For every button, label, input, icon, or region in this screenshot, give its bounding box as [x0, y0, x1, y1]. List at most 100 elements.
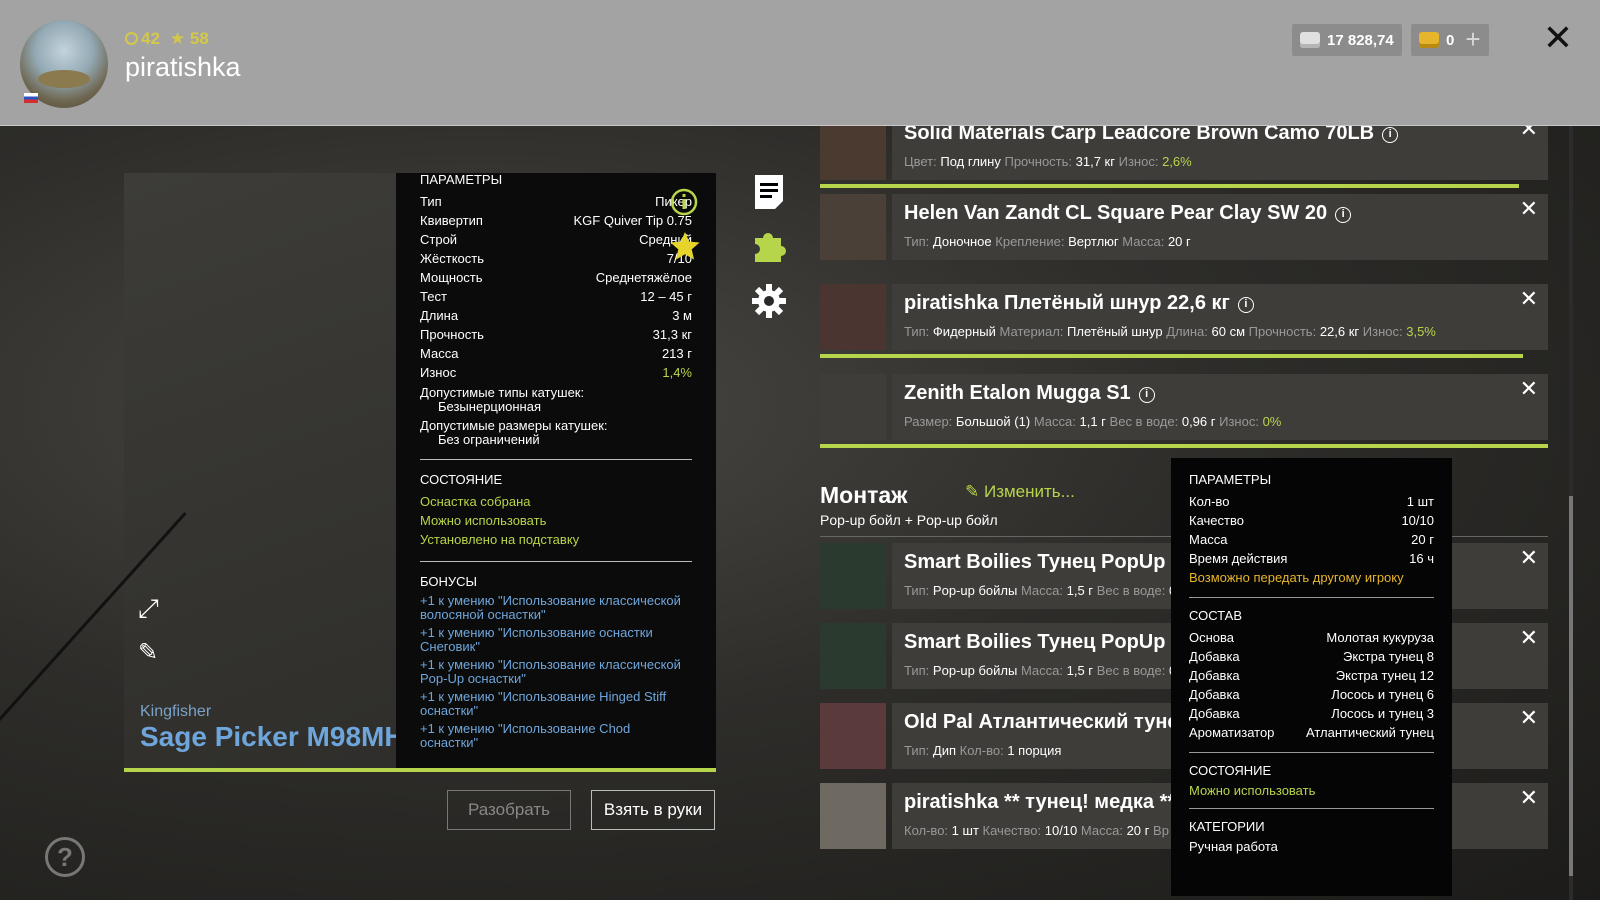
item-title: piratishka Плетёный шнур 22,6 кг i [904, 292, 1254, 315]
param-key: Прочность [420, 327, 484, 342]
param-value: 1,4% [662, 365, 692, 380]
help-icon[interactable]: ? [45, 837, 85, 877]
item-title: Helen Van Zandt CL Square Pear Clay SW 2… [904, 202, 1352, 225]
detail-value: Фидерный [932, 324, 996, 339]
edit-montage-link[interactable]: ✎ Изменить... [965, 482, 1075, 502]
detail-label: Масса: [1033, 414, 1076, 429]
param-row: Основа Молотая кукуруза [1189, 628, 1434, 647]
remove-item-button[interactable]: ✕ [1520, 196, 1538, 222]
info-icon[interactable]: i [1138, 387, 1155, 403]
rod-name: Sage Picker M98MH [140, 721, 405, 752]
puzzle-icon[interactable] [751, 228, 787, 264]
item-details: Тип: Дип Кол-во: 1 порция [904, 743, 1061, 758]
rod-params-panel[interactable]: ПАРАМЕТРЫ Тип Пикер Квивертип KGF Quiver Ti… [396, 173, 716, 768]
item-wear-bar [820, 444, 1548, 448]
remove-item-button[interactable]: ✕ [1520, 376, 1538, 402]
detail-value: 31,7 кг [1075, 154, 1115, 169]
remove-item-button[interactable]: ✕ [1520, 625, 1538, 651]
rod-brand: Kingfisher [140, 703, 212, 720]
param-key: Квивертип [420, 213, 483, 228]
param-key: Добавка [1189, 649, 1240, 664]
reel-sizes: Допустимые размеры катушек: Без ограниче… [420, 418, 608, 447]
silver-coin-icon [1300, 32, 1320, 48]
state-title: СОСТОЯНИЕ [420, 472, 503, 487]
detail-value: Дип [932, 743, 957, 758]
item-title: Zenith Etalon Mugga S1 i [904, 382, 1155, 405]
param-row: Длина 3 м [420, 306, 692, 325]
description-icon[interactable] [751, 173, 787, 209]
gold-coin-icon [1419, 32, 1439, 48]
param-value: 10/10 [1401, 513, 1434, 528]
param-value: 12 – 45 г [640, 289, 692, 304]
bonus-item: +1 к умению "Использование классической … [420, 657, 681, 686]
tackle-card[interactable]: piratishka Плетёный шнур 22,6 кг i Тип: Фи… [820, 284, 1548, 350]
param-key: Длина [420, 308, 459, 323]
stars-stat: ★ 58 [169, 29, 209, 48]
detail-value: 3,5% [1406, 324, 1436, 339]
detail-value: 0,96 г [1181, 414, 1216, 429]
tooltip-params-title: ПАРАМЕТРЫ [1189, 472, 1272, 487]
detail-label: Тип: [904, 743, 930, 758]
item-thumbnail [820, 194, 886, 260]
info-icon[interactable]: i [1335, 207, 1352, 223]
detail-label: Прочность: [1004, 154, 1073, 169]
param-value: Лосось и тунец 6 [1331, 687, 1434, 702]
add-gold-button[interactable]: + [1457, 24, 1489, 56]
state-list: Оснастка собрана Можно использовать Устано… [420, 492, 692, 549]
detail-label: Размер: [904, 414, 953, 429]
remove-item-button[interactable]: ✕ [1520, 286, 1538, 312]
item-wear-bar [820, 354, 1523, 358]
tackle-card[interactable]: Zenith Etalon Mugga S1 i Размер: Большой (… [820, 374, 1548, 440]
take-in-hands-button[interactable]: Взять в руки [591, 790, 715, 830]
tackle-card[interactable]: Solid Materials Carp Leadcore Brown Camo… [820, 126, 1548, 180]
rename-pencil-icon[interactable]: ✎ [138, 638, 168, 668]
remove-item-button[interactable]: ✕ [1520, 785, 1538, 811]
detail-value: Плетёный шнур [1067, 324, 1163, 339]
remove-item-button[interactable]: ✕ [1520, 126, 1538, 142]
tackle-card[interactable]: Helen Van Zandt CL Square Pear Clay SW 2… [820, 194, 1548, 260]
detail-label: Масса: [1122, 234, 1165, 249]
bonus-list: +1 к умению "Использование классической … [420, 594, 692, 750]
player-stats: 42 ★ 58 [125, 29, 209, 49]
disassemble-button[interactable]: Разобрать [447, 790, 571, 830]
state-item: Установлено на подставку [420, 532, 580, 547]
tooltip-composition-title: СОСТАВ [1189, 608, 1243, 623]
detail-value: 1,1 г [1079, 414, 1106, 429]
scrollbar[interactable] [1569, 126, 1573, 900]
favorite-star-icon[interactable] [669, 230, 701, 262]
param-key: Основа [1189, 630, 1235, 645]
scrollbar-thumb[interactable] [1569, 496, 1573, 876]
param-key: Время действия [1189, 551, 1288, 566]
info-icon[interactable]: i [1382, 127, 1399, 143]
expand-icon[interactable]: ⤢ [138, 593, 168, 623]
detail-value: Вертлюг [1068, 234, 1119, 249]
item-title: Solid Materials Carp Leadcore Brown Camo… [904, 126, 1399, 145]
param-key: Жёсткость [420, 251, 484, 266]
gear-icon[interactable] [751, 283, 787, 319]
state-item: Оснастка собрана [420, 494, 531, 509]
param-value: 20 г [1411, 532, 1434, 547]
montage-title: Монтаж [820, 482, 908, 508]
param-row: Время действия 16 ч [1189, 549, 1434, 568]
param-row: Тип Пикер [420, 192, 692, 211]
remove-item-button[interactable]: ✕ [1520, 705, 1538, 731]
detail-label: Вес в воде: [1096, 663, 1166, 678]
item-thumbnail [820, 284, 886, 350]
param-key: Кол-во [1189, 494, 1230, 509]
tooltip-category: Ручная работа [1189, 839, 1278, 854]
item-name: Solid Materials Carp Leadcore Brown Camo… [904, 126, 1375, 144]
info-icon[interactable]: i [1237, 297, 1254, 313]
info-icon[interactable] [670, 188, 698, 216]
rod-preview: ⤢ ✎ Kingfisher Sage Picker M98MH [0, 173, 405, 812]
remove-item-button[interactable]: ✕ [1520, 545, 1538, 571]
close-button[interactable]: ✕ [1541, 20, 1575, 56]
item-thumbnail [820, 374, 886, 440]
detail-label: Износ: [1118, 154, 1159, 169]
param-row: Масса 213 г [420, 344, 692, 363]
param-row: Квивертип KGF Quiver Tip 0.75 [420, 211, 692, 230]
bonus-item: +1 к умению "Использование Chod оснастки… [420, 721, 631, 750]
bait-tooltip: ПАРАМЕТРЫ Кол-во 1 шт Качество 10/10 Масса 20… [1171, 458, 1452, 896]
param-row: Прочность 31,3 кг [420, 325, 692, 344]
detail-value: Под глину [940, 154, 1001, 169]
detail-label: Износ: [1219, 414, 1259, 429]
